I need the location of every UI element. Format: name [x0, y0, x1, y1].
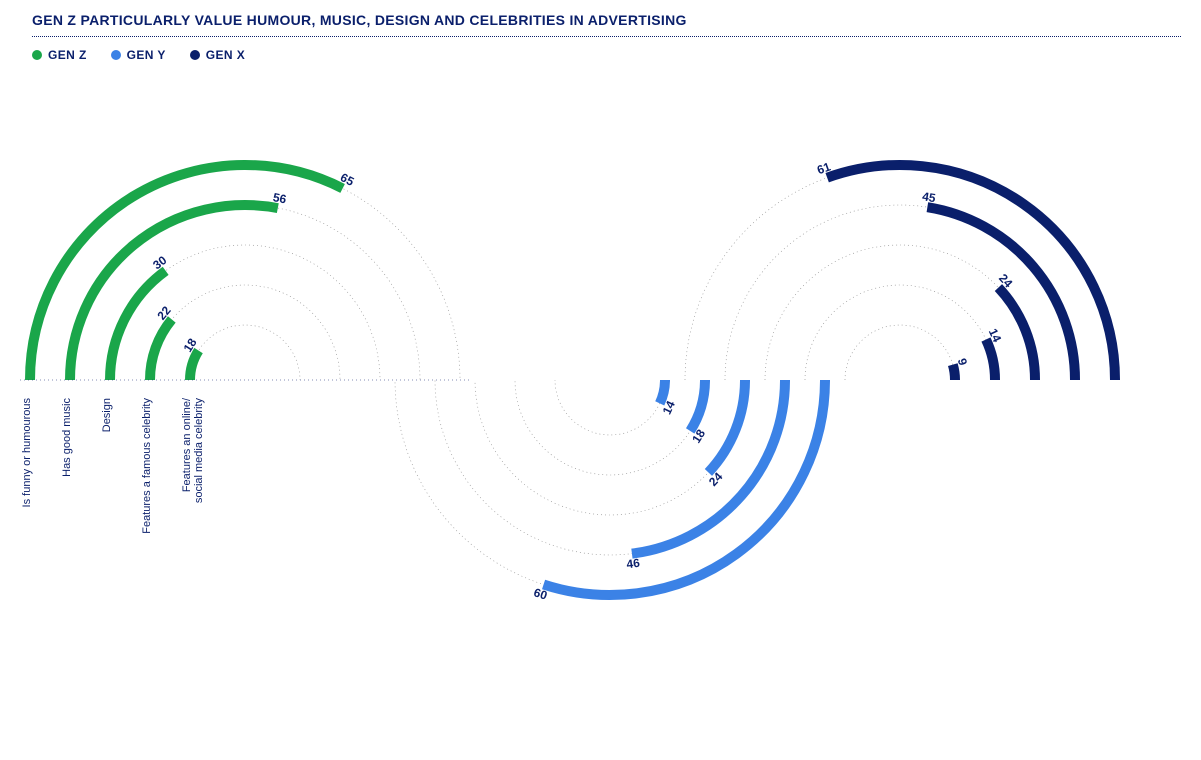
category-label-0-line-0: Is funny or humourous: [21, 398, 33, 508]
track-genX-1: [725, 205, 1075, 380]
value-label-genY-1: 46: [626, 556, 641, 572]
bar-genY-2: [708, 380, 745, 472]
track-genY-4: [555, 380, 665, 435]
chart-canvas: 65563022186046241814614524149Is funny or…: [0, 80, 1201, 760]
bar-genZ-3: [150, 319, 172, 380]
legend-label-geny: GEN Y: [127, 48, 166, 62]
legend-swatch-geny: [111, 50, 121, 60]
chart-title: GEN Z PARTICULARLY VALUE HUMOUR, MUSIC, …: [32, 12, 687, 28]
category-label-3-line-0: Features a famous celebrity: [141, 398, 153, 534]
value-label-genZ-1: 56: [272, 190, 288, 206]
track-genY-0: [395, 380, 825, 595]
bar-genZ-2: [110, 271, 166, 380]
category-label-4-line-0: Features an online/: [181, 397, 193, 492]
value-label-genX-1: 45: [921, 189, 937, 205]
category-label-2: Design: [101, 398, 113, 432]
legend-item-geny: GEN Y: [111, 48, 166, 62]
category-label-1-line-0: Has good music: [61, 398, 73, 477]
track-genZ-0: [30, 165, 460, 380]
value-label-genZ-2: 30: [150, 253, 169, 272]
legend-item-genz: GEN Z: [32, 48, 87, 62]
category-label-0: Is funny or humourous: [21, 398, 33, 508]
track-genX-4: [845, 325, 955, 380]
category-label-3: Features a famous celebrity: [141, 398, 153, 534]
bar-genZ-1: [70, 205, 278, 380]
category-label-4: Features an online/social media celebrit…: [181, 397, 205, 503]
track-genX-0: [685, 165, 1115, 380]
value-label-genX-4: 9: [955, 357, 970, 368]
track-genZ-4: [190, 325, 300, 380]
track-genZ-3: [150, 285, 340, 380]
legend: GEN Z GEN Y GEN X: [32, 48, 245, 62]
legend-swatch-genz: [32, 50, 42, 60]
track-genY-1: [435, 380, 785, 555]
bar-genY-3: [690, 380, 705, 431]
category-label-4-line-1: social media celebrity: [193, 398, 205, 504]
value-label-genY-0: 60: [532, 585, 549, 603]
legend-label-genx: GEN X: [206, 48, 245, 62]
legend-swatch-genx: [190, 50, 200, 60]
track-genY-3: [515, 380, 705, 475]
legend-label-genz: GEN Z: [48, 48, 87, 62]
legend-item-genx: GEN X: [190, 48, 245, 62]
bar-genX-4: [953, 365, 955, 380]
bar-genX-3: [986, 340, 995, 380]
bar-genX-2: [998, 288, 1035, 380]
category-label-2-line-0: Design: [101, 398, 113, 432]
track-genZ-1: [70, 205, 420, 380]
title-rule: [32, 36, 1181, 37]
category-label-1: Has good music: [61, 398, 73, 477]
track-genX-3: [805, 285, 995, 380]
